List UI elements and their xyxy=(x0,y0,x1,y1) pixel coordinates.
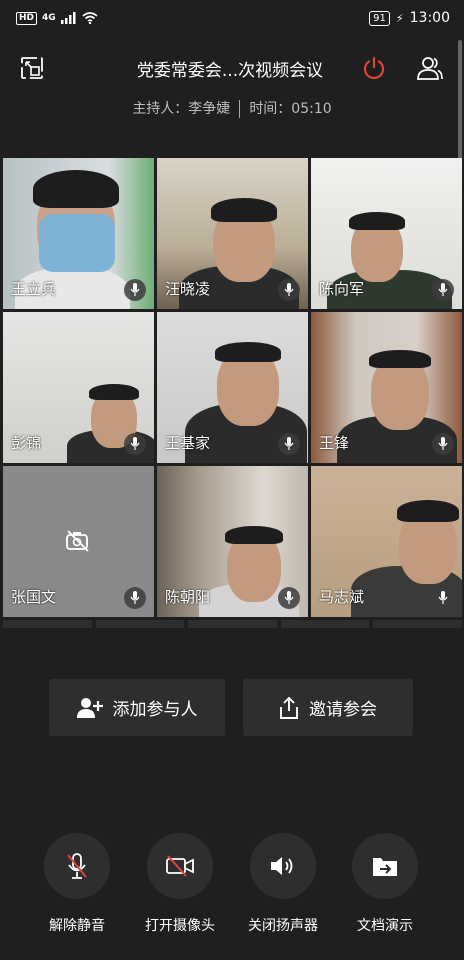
speaker-icon xyxy=(271,857,293,875)
picture-in-picture-icon xyxy=(21,57,43,79)
clock: 13:00 xyxy=(409,10,450,26)
participants-button[interactable] xyxy=(416,54,444,82)
open-camera-button[interactable] xyxy=(147,833,213,899)
participant-hair xyxy=(369,350,431,368)
video-tile[interactable]: 王立兵 xyxy=(3,158,154,309)
participant-hair xyxy=(211,198,277,222)
signal-icon xyxy=(60,12,76,24)
video-grid: 王立兵 汪晓凌 陈向军 彭锦 王基家 王锋 张国文 陈朝阳 马志斌 xyxy=(3,158,462,618)
video-tile[interactable]: 王基家 xyxy=(157,312,308,463)
add-participant-button[interactable]: 添加参与人 xyxy=(49,679,225,736)
battery-level: 91 xyxy=(369,10,390,26)
mic-icon xyxy=(278,587,300,609)
mic-icon xyxy=(124,433,146,455)
participant-name: 陈朝阳 xyxy=(165,588,211,606)
share-icon xyxy=(280,696,298,719)
minimize-window-button[interactable] xyxy=(18,54,46,82)
more-participants-strip[interactable] xyxy=(3,620,462,628)
participant-hair xyxy=(215,342,281,362)
participant-name: 马志斌 xyxy=(319,588,365,606)
speaker-label: 关闭扬声器 xyxy=(248,918,318,934)
participant-hair xyxy=(33,170,119,208)
open-camera-label: 打开摄像头 xyxy=(145,918,215,934)
charging-icon: ⚡ xyxy=(395,11,404,25)
speaker-control[interactable]: 关闭扬声器 xyxy=(243,833,323,935)
add-user-icon xyxy=(76,697,103,718)
speaker-button[interactable] xyxy=(250,833,316,899)
video-tile[interactable]: 陈向军 xyxy=(311,158,462,309)
meeting-header: 党委常委会...次视频会议 xyxy=(0,36,464,100)
share-document-button[interactable] xyxy=(352,833,418,899)
participant-hair xyxy=(89,384,139,400)
hd-indicator: HD xyxy=(16,11,38,25)
mic-icon xyxy=(278,279,300,301)
video-tile[interactable]: 彭锦 xyxy=(3,312,154,463)
participant-name: 汪晓凌 xyxy=(165,280,211,298)
camera-off-icon xyxy=(166,855,194,877)
video-tile[interactable]: 王锋 xyxy=(311,312,462,463)
participant-name: 王立兵 xyxy=(11,280,57,298)
participant-name: 王锋 xyxy=(319,434,350,452)
power-icon xyxy=(363,56,385,80)
meeting-info: 主持人：李争婕 时间：05:10 xyxy=(0,98,464,118)
host-label: 主持人：李争婕 xyxy=(132,101,231,117)
status-left: HD 4G xyxy=(16,11,98,25)
mic-icon xyxy=(432,279,454,301)
folder-share-icon xyxy=(373,858,397,876)
mic-icon xyxy=(432,433,454,455)
invite-label: 邀请参会 xyxy=(309,700,377,720)
mic-muted-icon xyxy=(67,853,87,879)
mic-icon xyxy=(432,587,454,609)
participant-name: 张国文 xyxy=(11,588,57,606)
add-participant-label: 添加参与人 xyxy=(112,700,198,720)
unmute-label: 解除静音 xyxy=(49,918,105,934)
mic-icon xyxy=(278,433,300,455)
participant-name: 陈向军 xyxy=(319,280,365,298)
share-document-label: 文档演示 xyxy=(357,918,413,934)
unmute-control[interactable]: 解除静音 xyxy=(37,833,117,935)
network-type: 4G xyxy=(42,13,56,23)
video-tile-camera-off[interactable]: 张国文 xyxy=(3,466,154,617)
end-meeting-button[interactable] xyxy=(360,54,388,82)
open-camera-control[interactable]: 打开摄像头 xyxy=(140,833,220,935)
status-bar: HD 4G 91 ⚡ 13:00 xyxy=(0,0,464,36)
participant-hair xyxy=(225,526,283,544)
video-tile[interactable]: 汪晓凌 xyxy=(157,158,308,309)
info-divider xyxy=(239,100,241,118)
elapsed-time: 时间：05:10 xyxy=(249,101,332,117)
camera-off-icon xyxy=(66,530,89,552)
face-mask xyxy=(39,214,115,272)
participant-hair xyxy=(397,500,459,522)
participant-hair xyxy=(349,212,405,230)
video-tile[interactable]: 马志斌 xyxy=(311,466,462,617)
share-document-control[interactable]: 文档演示 xyxy=(345,833,425,935)
wifi-icon xyxy=(82,12,98,24)
status-right: 91 ⚡ 13:00 xyxy=(369,10,450,26)
participants-icon xyxy=(417,57,443,80)
video-tile[interactable]: 陈朝阳 xyxy=(157,466,308,617)
mic-icon xyxy=(124,587,146,609)
unmute-button[interactable] xyxy=(44,833,110,899)
mic-icon xyxy=(124,279,146,301)
participant-name: 王基家 xyxy=(165,434,211,452)
participant-name: 彭锦 xyxy=(11,434,42,452)
invite-button[interactable]: 邀请参会 xyxy=(243,679,413,736)
meeting-title: 党委常委会...次视频会议 xyxy=(136,61,324,81)
